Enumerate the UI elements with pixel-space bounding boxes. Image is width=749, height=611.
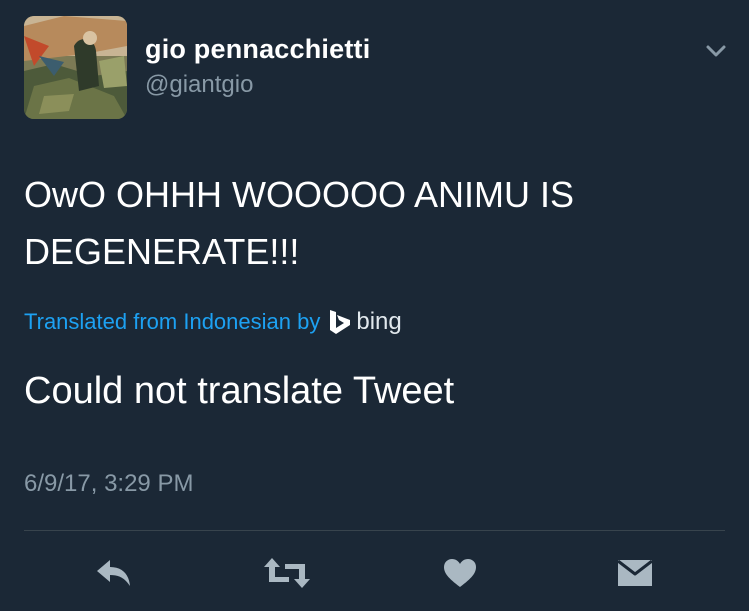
- bing-logo-icon: [330, 310, 351, 334]
- bing-logo: bing: [328, 308, 402, 336]
- translation-attribution: Translated from Indonesian by bing: [24, 306, 402, 338]
- avatar-image: [24, 16, 127, 119]
- reply-button[interactable]: [92, 553, 136, 593]
- display-name[interactable]: gio pennacchietti: [145, 34, 370, 65]
- translation-provider: bing: [356, 308, 402, 335]
- divider: [24, 530, 725, 531]
- reply-icon: [97, 560, 130, 586]
- translation-label: Translated from Indonesian by: [24, 309, 321, 334]
- tweet-text: OwO OHHH WOOOOO ANIMU IS DEGENERATE!!!: [24, 174, 575, 272]
- chevron-down-icon[interactable]: [700, 38, 732, 64]
- retweet-icon: [264, 558, 310, 588]
- heart-icon: [444, 559, 476, 587]
- translation-result: Could not translate Tweet: [24, 370, 455, 412]
- direct-message-button[interactable]: [614, 553, 656, 593]
- like-button[interactable]: [440, 553, 480, 593]
- retweet-button[interactable]: [262, 553, 312, 593]
- user-handle[interactable]: @giantgio: [145, 71, 253, 99]
- timestamp: 6/9/17, 3:29 PM: [24, 470, 194, 497]
- avatar[interactable]: [24, 16, 127, 119]
- envelope-icon: [617, 559, 653, 586]
